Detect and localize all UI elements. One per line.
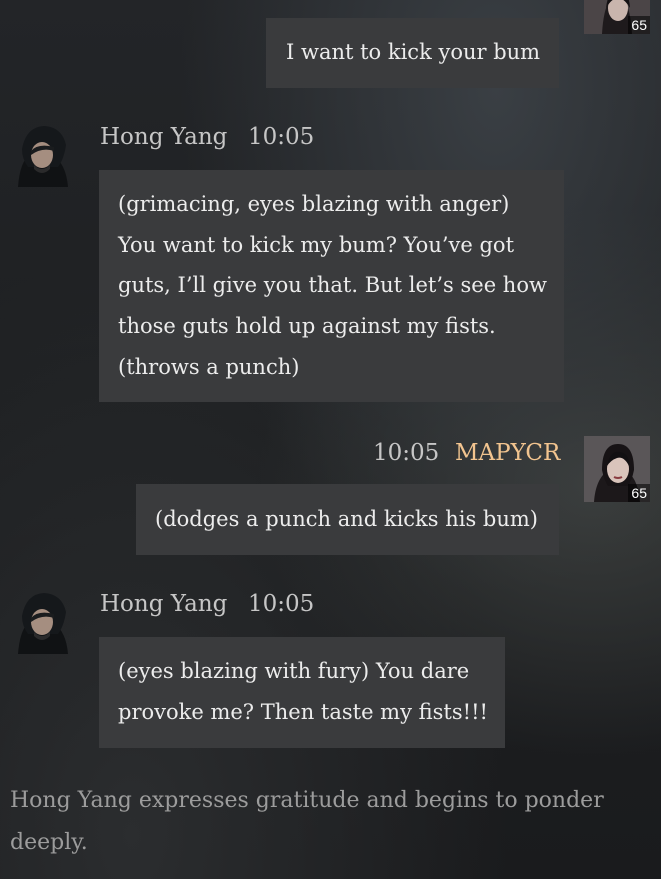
player-level-badge: 65	[628, 16, 650, 34]
player-message-bubble: I want to kick your bum	[266, 18, 559, 88]
hooded-swordsman-icon	[18, 126, 68, 187]
system-message: Hong Yang expresses gratitude and begins…	[10, 788, 604, 855]
npc-avatar[interactable]	[8, 121, 74, 187]
player-message-bubble: (dodges a punch and kicks his bum)	[136, 484, 559, 555]
npc-message-line: (grimacing, eyes blazing with anger)	[118, 192, 510, 216]
npc-avatar[interactable]	[8, 588, 74, 654]
npc-message-line: You want to kick my bum? You’ve got	[118, 232, 515, 257]
npc-message-line: guts, I’ll give you that. But let’s see …	[118, 273, 547, 298]
npc-name: Hong Yang	[100, 124, 228, 150]
hooded-swordsman-icon	[18, 593, 68, 654]
npc-message-bubble: (grimacing, eyes blazing with anger) You…	[99, 170, 564, 402]
player-avatar-top[interactable]: 65	[584, 0, 650, 34]
npc-message-line: provoke me? Then taste my fists!!!	[118, 699, 488, 724]
npc-time: 10:05	[248, 591, 315, 617]
player-message-text: I want to kick your bum	[286, 40, 541, 64]
npc-message-bubble: (eyes blazing with fury) You dare provok…	[99, 637, 505, 748]
player-avatar[interactable]: 65	[584, 436, 650, 502]
player-name: MAPYCR	[455, 440, 561, 466]
npc-name: Hong Yang	[100, 591, 228, 617]
npc-message-line: (eyes blazing with fury) You dare	[118, 659, 470, 683]
player-message-text: (dodges a punch and kicks his bum)	[155, 507, 539, 531]
npc-message-line: those guts hold up against my fists.	[118, 314, 496, 339]
player-time: 10:05	[373, 440, 440, 466]
npc-message-line: (throws a punch)	[118, 354, 300, 379]
npc-time: 10:05	[248, 124, 315, 150]
player-level-badge: 65	[628, 484, 650, 502]
